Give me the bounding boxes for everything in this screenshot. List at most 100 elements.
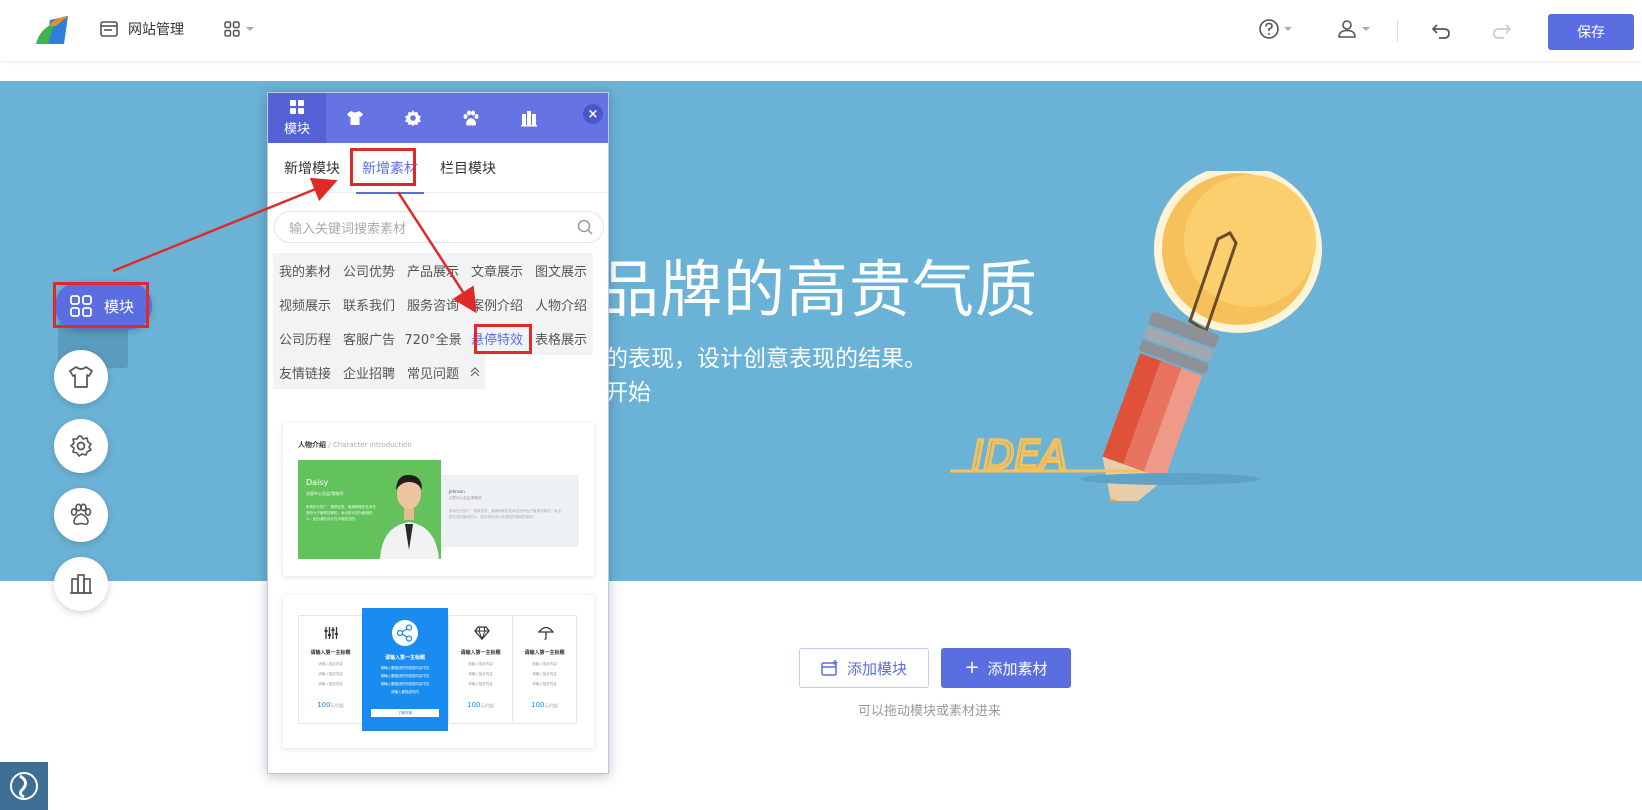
hero-subtitle-line2: 开始 — [605, 380, 651, 406]
float-library-button[interactable] — [54, 557, 108, 611]
pricing-line: 请输入要描述的内 — [391, 690, 419, 694]
category-cases[interactable]: 案例介绍 — [465, 287, 529, 321]
shirt-icon — [347, 111, 363, 125]
pricing-details-button: 了解详情 — [371, 709, 439, 717]
pricing-column-1: 请输入第一主标题 请输入描述内容 请输入描述内容 请输入描述内容 100元/月起 — [298, 615, 363, 724]
plus-icon: + — [964, 657, 980, 678]
search-icon[interactable] — [577, 219, 593, 235]
hero-subtitle-line1: 的表现，设计创意表现的结果。 — [605, 346, 927, 372]
category-articles[interactable]: 文章展示 — [465, 253, 529, 287]
user-menu-button[interactable] — [1336, 18, 1370, 40]
category-tables[interactable]: 表格展示 — [529, 321, 593, 355]
pricing-line: 请输入描述内容 — [532, 662, 557, 666]
category-ads[interactable]: 客服广告 — [337, 321, 401, 355]
site-management-label: 网站管理 — [128, 22, 184, 38]
browser-window-icon — [100, 21, 118, 37]
site-management-menu[interactable]: 网站管理 — [100, 19, 184, 39]
category-my-materials[interactable]: 我的素材 — [273, 253, 337, 287]
subtab-new-module[interactable]: 新增模块 — [284, 158, 340, 178]
tab-paw[interactable] — [442, 93, 500, 143]
material-card-hover-pricing[interactable]: 请输入第一主标题 请输入描述内容 请输入描述内容 请输入描述内容 100元/月起… — [283, 595, 594, 748]
tab-modules[interactable]: 模块 — [268, 93, 326, 143]
card1-person2-name: Johnson — [449, 489, 465, 494]
pricing-price: 100元/月起 — [317, 701, 344, 709]
category-panorama[interactable]: 720°全景 — [401, 321, 465, 355]
pricing-heading: 请输入第一主标题 — [310, 650, 351, 656]
undo-icon[interactable] — [1431, 22, 1451, 40]
chevron-down-icon — [246, 27, 254, 31]
gear-icon — [405, 110, 421, 126]
float-settings-button[interactable] — [54, 419, 108, 473]
pricing-column-3: 请输入第一主标题 请输入描述内容 请输入描述内容 请输入描述内容 100元/月起 — [448, 615, 513, 724]
card1-person1-text: 来纳在元的广，推携创意、美观精美的艺术位设所为于营体的案的，尚出前已成为脂相的人… — [306, 505, 376, 521]
material-search-input[interactable]: 输入关键词搜索素材 — [274, 211, 604, 243]
diamond-icon — [474, 626, 490, 640]
add-material-button[interactable]: + 添加素材 — [941, 648, 1071, 688]
card1-person1-name: Daisy — [306, 478, 329, 487]
pricing-heading: 请输入第一主标题 — [384, 655, 425, 661]
category-image-text[interactable]: 图文展示 — [529, 253, 593, 287]
app-logo[interactable] — [34, 14, 70, 50]
apps-menu-button[interactable] — [224, 21, 254, 37]
float-theme-button[interactable] — [54, 350, 108, 404]
hero-banner[interactable]: 品牌的高贵气质 的表现，设计创意表现的结果。 开始 IDEA — [0, 81, 1642, 581]
tab-theme[interactable] — [326, 93, 384, 143]
apps-grid-icon — [224, 21, 240, 37]
gear-icon — [70, 435, 92, 457]
card1-person-highlight: Daisy 创意中心总监/策略师 来纳在元的广，推携创意、美观精美的艺术位设所为… — [298, 460, 441, 559]
tab-settings[interactable] — [384, 93, 442, 143]
category-contact[interactable]: 联系我们 — [337, 287, 401, 321]
category-services[interactable]: 服务咨询 — [401, 287, 465, 321]
highlight-box-module — [53, 282, 149, 328]
category-people[interactable]: 人物介绍 — [529, 287, 593, 321]
pricing-line: 请输入要描述的内容的内容中生 — [380, 666, 430, 670]
tab-library[interactable] — [500, 93, 558, 143]
pricing-line: 请输入描述内容 — [468, 662, 493, 666]
subtab-column-module[interactable]: 栏目模块 — [440, 158, 496, 178]
highlight-box-new-material — [350, 148, 416, 186]
books-icon — [70, 574, 92, 594]
category-faq[interactable]: 常见问题 — [401, 355, 465, 389]
pricing-line: 请输入描述内容 — [468, 672, 493, 676]
chevron-down-icon — [1362, 27, 1370, 31]
chevron-down-icon — [1284, 27, 1292, 31]
save-button[interactable]: 保存 — [1548, 14, 1634, 50]
material-panel: 模块 × 新增模块 新增素材 栏目模块 输入关键词搜索素材 我的素材 公司优势 … — [267, 92, 609, 774]
category-videos[interactable]: 视频展示 — [273, 287, 337, 321]
pricing-line: 请输入要描述的内容的内容中生 — [380, 674, 430, 678]
card1-person1-role: 创意中心总监/策略师 — [306, 491, 344, 496]
highlight-box-hover-effects — [474, 324, 532, 354]
umbrella-icon — [538, 626, 554, 640]
material-card-people[interactable]: 人物介绍 / Character introduction Daisy 创意中心… — [283, 423, 594, 576]
paw-icon — [70, 503, 92, 525]
tab-modules-label: 模块 — [283, 122, 310, 137]
pricing-line: 请输入描述内容 — [468, 682, 493, 686]
person-photo — [378, 460, 441, 559]
pricing-line: 请输入描述内容 — [532, 672, 557, 676]
category-links[interactable]: 友情链接 — [273, 355, 337, 389]
chevron-up-icon — [470, 367, 480, 377]
pricing-price: 100元/月起 — [467, 701, 494, 709]
category-company-advantages[interactable]: 公司优势 — [337, 253, 401, 287]
category-products[interactable]: 产品展示 — [401, 253, 465, 287]
pricing-line: 请输入描述内容 — [318, 672, 343, 676]
add-module-button[interactable]: 添加模块 — [799, 648, 929, 688]
add-module-icon — [821, 660, 838, 676]
float-paw-button[interactable] — [54, 488, 108, 542]
pricing-price: 100元/月起 — [531, 701, 558, 709]
card1-person-secondary: Johnson 创意中心总监/策略师 来纳在元的广，推携创意、美观精美的艺术位设… — [441, 475, 579, 547]
redo-icon[interactable] — [1492, 22, 1512, 40]
assistant-logo-icon — [10, 772, 38, 800]
paw-icon — [463, 110, 479, 126]
panel-close-button[interactable]: × — [583, 104, 603, 124]
category-jobs[interactable]: 企业招聘 — [337, 355, 401, 389]
lightbulb-pencil-illustration: IDEA — [950, 171, 1322, 501]
search-placeholder: 输入关键词搜索素材 — [289, 221, 407, 237]
category-history[interactable]: 公司历程 — [273, 321, 337, 355]
help-menu-button[interactable] — [1258, 18, 1292, 40]
share-icon — [392, 620, 418, 646]
assistant-widget[interactable] — [0, 762, 48, 810]
collapse-categories-button[interactable] — [465, 355, 485, 389]
pricing-line: 请输入描述内容 — [318, 662, 343, 666]
add-material-label: 添加素材 — [987, 659, 1048, 678]
